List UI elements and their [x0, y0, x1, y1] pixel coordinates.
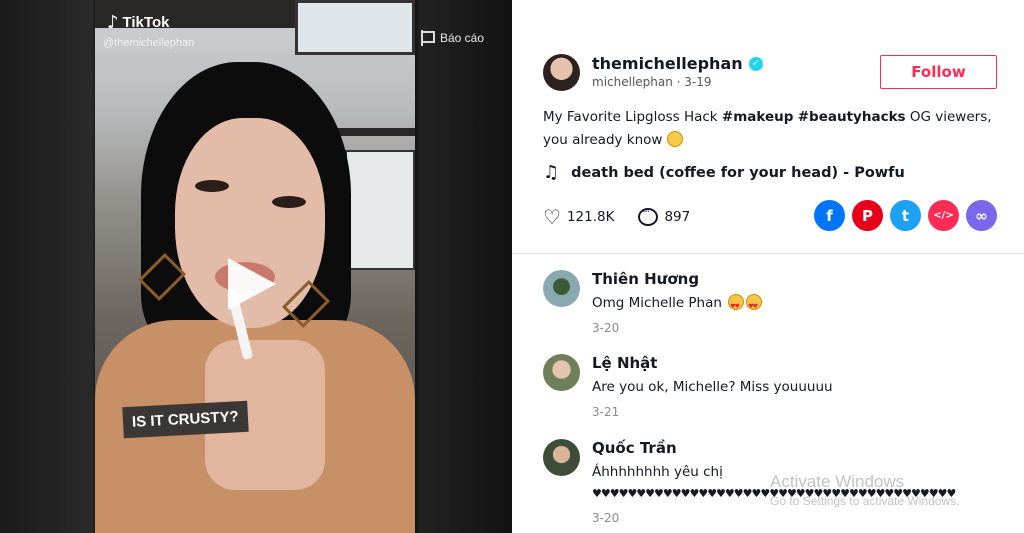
like-stat[interactable]: ♡ 121.8K: [543, 205, 614, 229]
author-username[interactable]: themichellephan: [592, 54, 743, 73]
background-window: [295, 0, 415, 55]
video-handle: @themichellephan: [103, 37, 195, 49]
watermark-subtitle: Go to Settings to activate Windows.: [770, 494, 960, 508]
smile-emoji-icon: [666, 131, 683, 147]
tiktok-logo[interactable]: ♪ TikTok: [107, 12, 169, 33]
comment-text: Omg Michelle Phan: [592, 293, 992, 317]
tiktok-note-icon: ♪: [107, 12, 119, 33]
comment-avatar[interactable]: [543, 439, 580, 476]
music-note-icon: ♫: [543, 162, 560, 183]
comment-text-body: Omg Michelle Phan: [592, 295, 722, 311]
share-row: f Pt </> ∞: [814, 200, 997, 231]
info-panel: themichellephan ✓ michellephan · 3-19 Fo…: [512, 0, 1024, 533]
heart-eyes-emoji-icon: [728, 294, 745, 317]
video-description: My Favorite Lipgloss Hack #makeup #beaut…: [543, 106, 993, 152]
play-icon[interactable]: [228, 258, 276, 310]
comment-date: 3-20: [592, 511, 620, 525]
comment-date: 3-21: [592, 405, 620, 419]
like-count: 121.8K: [566, 209, 615, 225]
embed-share-icon[interactable]: </>: [928, 200, 959, 231]
video-caption-sticker: IS IT CRUSTY?: [122, 400, 249, 439]
music-row[interactable]: ♫ death bed (coffee for your head) - Pow…: [543, 162, 905, 183]
comment-username[interactable]: Lệ Nhật: [592, 354, 657, 372]
tiktok-wordmark: TikTok: [122, 14, 170, 31]
comment-username[interactable]: Quốc Trần: [592, 439, 677, 457]
report-label: Báo cáo: [440, 31, 485, 45]
flag-icon: [420, 30, 435, 46]
comment-count: 897: [664, 209, 691, 225]
hashtag-makeup[interactable]: #makeup: [722, 109, 794, 125]
activate-windows-watermark: Activate Windows Go to Settings to activ…: [770, 472, 959, 508]
stats-row: ♡ 121.8K 897: [543, 205, 714, 229]
comment-stat[interactable]: 897: [638, 207, 691, 226]
facebook-share-icon[interactable]: f: [814, 200, 845, 231]
comment-avatar[interactable]: [543, 270, 580, 307]
author-avatar[interactable]: [543, 54, 580, 91]
verified-badge-icon: ✓: [748, 56, 763, 71]
comment-text: Are you ok, Michelle? Miss youuuuu: [592, 379, 833, 395]
twitter-share-icon[interactable]: t: [890, 200, 921, 231]
background-door: [345, 150, 415, 270]
heart-eyes-emoji-icon: [746, 294, 763, 317]
comment-date: 3-20: [592, 321, 620, 335]
comment-avatar[interactable]: [543, 354, 580, 391]
hashtag-beautyhacks[interactable]: #beautyhacks: [798, 109, 906, 125]
music-title: death bed (coffee for your head) - Powfu: [571, 164, 905, 181]
comment-username[interactable]: Thiên Hương: [592, 270, 699, 288]
person-left-eye: [195, 180, 229, 192]
link-share-icon[interactable]: ∞: [966, 200, 997, 231]
follow-button[interactable]: Follow: [880, 55, 997, 89]
heart-icon: ♡: [543, 205, 561, 229]
pinterest-share-icon[interactable]: P: [852, 200, 883, 231]
video-player[interactable]: ♪ TikTok @themichellephan Báo cáo IS IT …: [0, 0, 512, 533]
watermark-title: Activate Windows: [770, 472, 905, 491]
author-subhandle-date: michellephan · 3-19: [592, 75, 712, 89]
description-text: My Favorite Lipgloss Hack: [543, 109, 722, 125]
divider: [512, 253, 1024, 254]
report-button[interactable]: Báo cáo: [420, 30, 484, 46]
comment-icon: [638, 207, 659, 226]
person-right-eye: [272, 196, 306, 208]
author-name-row: themichellephan ✓: [592, 54, 763, 73]
